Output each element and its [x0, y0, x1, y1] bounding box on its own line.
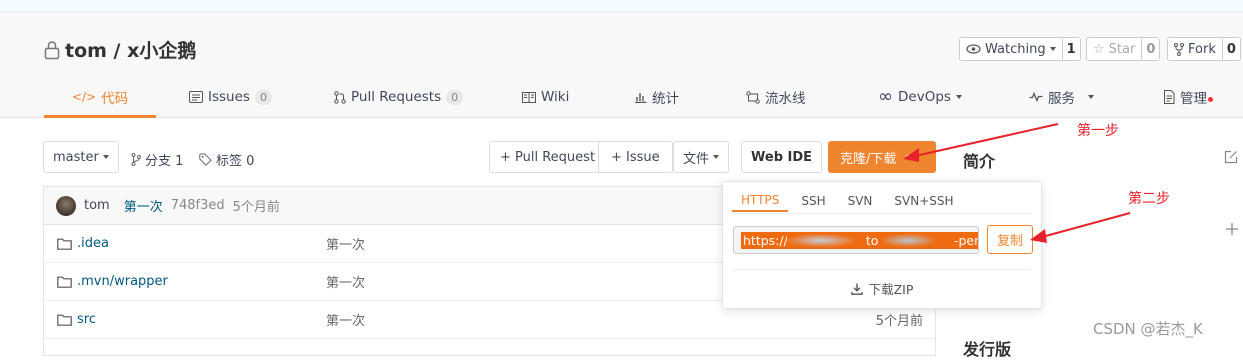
annotation-step1: 第一步	[1077, 123, 1119, 139]
arrow-step1	[903, 123, 1059, 162]
annotation-arrows	[903, 123, 1131, 243]
arrow-step2	[1030, 212, 1131, 243]
watermark: CSDN @若杰_K	[1093, 320, 1203, 338]
annotation-step2: 第二步	[1128, 191, 1170, 207]
